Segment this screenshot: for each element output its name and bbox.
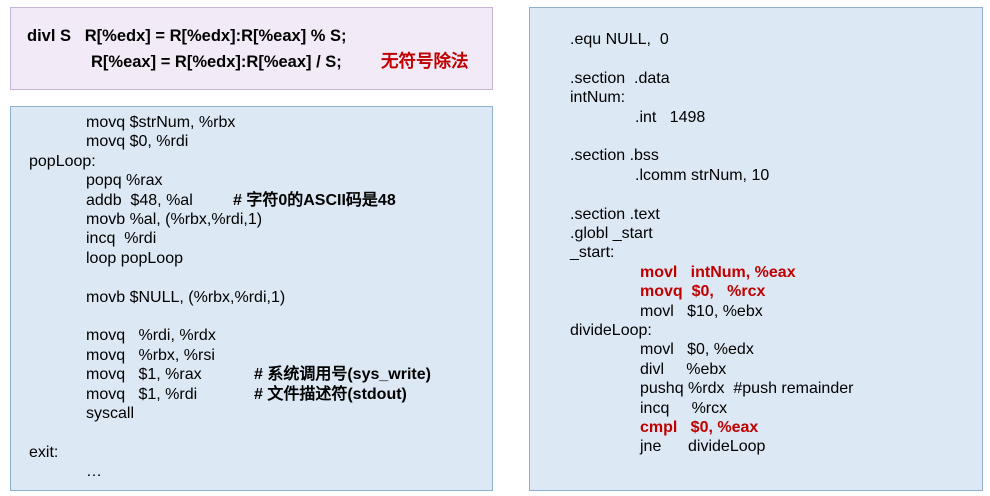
right-code-box: .equ NULL, 0 .section .data intNum: .int 14… [529, 7, 983, 491]
left-code-line: … [86, 463, 102, 481]
left-code-line: popLoop: [29, 152, 96, 170]
right-code-line: cmpl $0, %eax [640, 419, 759, 436]
divl-note: 无符号除法 [381, 51, 469, 71]
right-code-line: .equ NULL, 0 [570, 31, 669, 48]
left-code-line: syscall [86, 405, 135, 422]
right-code-line: divl %ebx [640, 360, 727, 378]
right-code-line: incq %rcx [640, 399, 728, 417]
left-code-line: movb $NULL, (%rbx,%rdi,1) [86, 288, 286, 306]
right-code-line: _start: [570, 244, 615, 262]
left-code-line: movq $1, %rax [86, 366, 202, 384]
right-code-line: movl $0, %edx [640, 341, 754, 359]
right-code-line: jne divideLoop [640, 438, 766, 456]
right-code-line: movq $0, %rcx [640, 283, 766, 301]
code-comment: # 字符0的ASCII码是48 [233, 191, 396, 209]
right-code-line: .section .bss [570, 147, 659, 165]
right-code-line: .section .data [570, 69, 670, 87]
left-code-line: loop popLoop [86, 249, 183, 267]
right-code-line: .section .text [570, 205, 660, 223]
code-comment: # 文件描述符(stdout) [254, 385, 407, 403]
left-code-line: movq $1, %rdi [86, 385, 198, 403]
code-comment: # 系统调用号(sys_write) [254, 366, 431, 384]
divl-description-box: divl S R[%edx] = R[%edx]:R[%eax] % S; R[… [10, 7, 493, 90]
left-code-line: movq %rdi, %rdx [86, 327, 216, 345]
divl-line-2: R[%eax] = R[%edx]:R[%eax] / S; [91, 53, 342, 71]
right-code-line: movl $10, %ebx [640, 302, 763, 320]
left-code-line: movb %al, (%rbx,%rdi,1) [86, 211, 263, 228]
right-code-line: .globl _start [570, 225, 653, 242]
right-code-line: .lcomm strNum, 10 [635, 166, 770, 184]
left-code-line: addb $48, %al [86, 191, 193, 209]
left-code-line: incq %rdi [86, 230, 157, 248]
right-code-line: movl intNum, %eax [640, 263, 796, 281]
left-code-line: exit: [29, 443, 59, 461]
left-code-line: movq $strNum, %rbx [86, 114, 236, 131]
divl-line-1: divl S R[%edx] = R[%edx]:R[%eax] % S; [27, 27, 347, 45]
right-code-line: pushq %rdx #push remainder [640, 380, 854, 398]
right-code-line: intNum: [570, 89, 626, 107]
left-code-box: movq $strNum, %rbx movq $0, %rdi popLoop: p… [10, 106, 493, 491]
left-code-line: movq %rbx, %rsi [86, 346, 215, 364]
right-code-line: .int 1498 [635, 108, 706, 126]
left-code-line: popq %rax [86, 172, 163, 190]
right-code-line: divideLoop: [570, 322, 652, 339]
left-code-line: movq $0, %rdi [86, 133, 189, 151]
